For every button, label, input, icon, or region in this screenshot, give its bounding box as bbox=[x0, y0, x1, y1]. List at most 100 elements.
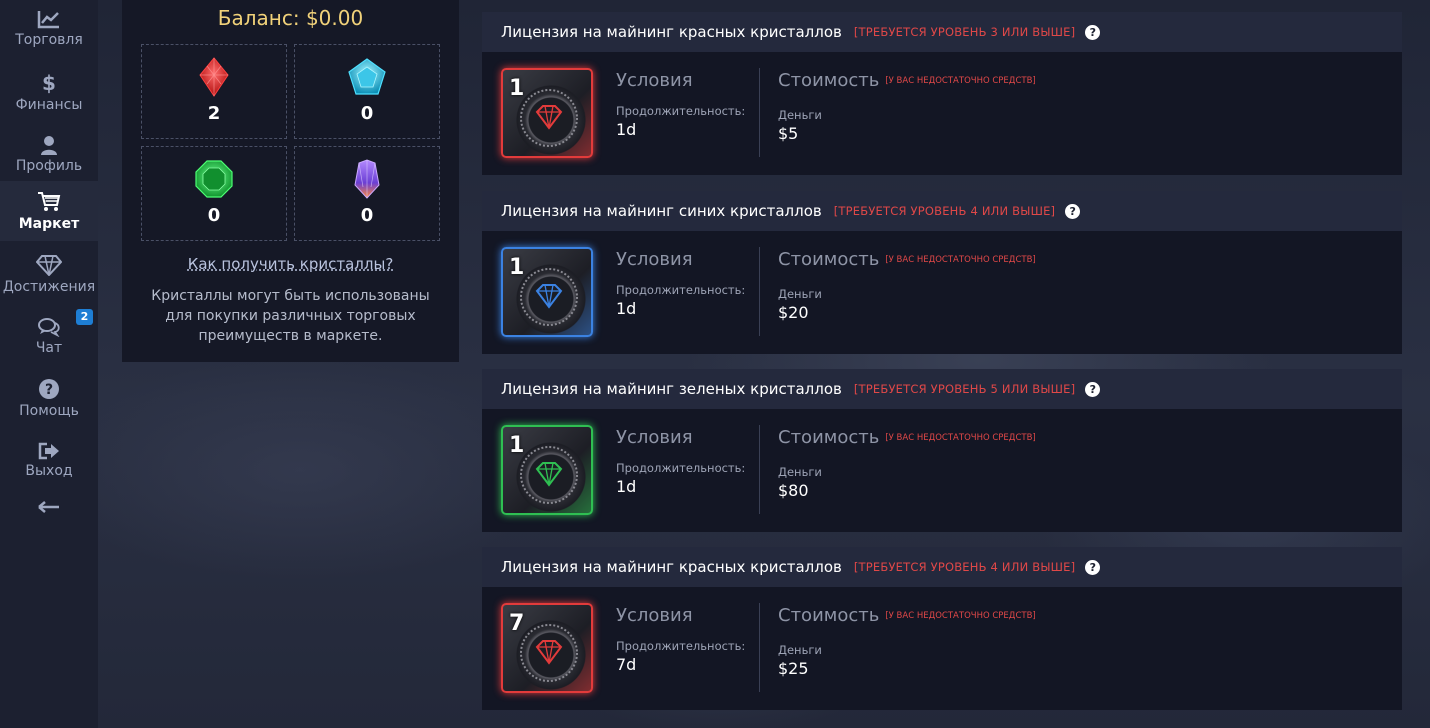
purple-crystal-icon bbox=[354, 159, 380, 199]
sidebar-item-label: Торговля bbox=[15, 31, 83, 48]
cost-title: Стоимость [У ВАС НЕДОСТАТОЧНО СРЕДСТВ] bbox=[778, 249, 1036, 270]
diamond-icon bbox=[36, 254, 62, 276]
chart-line-icon bbox=[37, 10, 59, 28]
cost-title-text: Стоимость bbox=[778, 70, 880, 91]
price-value: $5 bbox=[778, 124, 799, 143]
crystal-green-box: 0 bbox=[141, 146, 287, 241]
divider bbox=[759, 603, 760, 692]
price-value: $20 bbox=[778, 303, 809, 322]
sidebar-item-label: Профиль bbox=[15, 157, 83, 174]
duration-value: 1d bbox=[616, 299, 637, 318]
green-crystal-icon bbox=[195, 160, 233, 198]
license-image-number: 1 bbox=[509, 76, 525, 101]
license-header: Лицензия на майнинг синих кристаллов [ТР… bbox=[482, 191, 1402, 231]
license-image-number: 7 bbox=[509, 611, 525, 636]
license-image: 1 bbox=[501, 425, 593, 515]
help-icon[interactable]: ? bbox=[1085, 24, 1101, 40]
money-label: Деньги bbox=[778, 287, 822, 301]
license-requirement: [ТРЕБУЕТСЯ УРОВЕНЬ 5 ИЛИ ВЫШЕ] bbox=[853, 382, 1076, 396]
question-icon: ? bbox=[39, 378, 59, 399]
sidebar-item-label: Финансы bbox=[15, 96, 83, 113]
svg-text:?: ? bbox=[45, 382, 53, 398]
sidebar-item-profile[interactable]: Профиль bbox=[0, 124, 98, 184]
cost-title-text: Стоимость bbox=[778, 605, 880, 626]
money-label: Деньги bbox=[778, 643, 822, 657]
license-header: Лицензия на майнинг красных кристаллов [… bbox=[482, 547, 1402, 587]
divider bbox=[759, 68, 760, 157]
crystal-count: 0 bbox=[360, 205, 374, 226]
license-card[interactable]: Лицензия на майнинг синих кристаллов [ТР… bbox=[482, 191, 1402, 354]
license-title: Лицензия на майнинг красных кристаллов bbox=[501, 23, 842, 41]
license-image: 7 bbox=[501, 603, 593, 693]
license-card[interactable]: Лицензия на майнинг красных кристаллов [… bbox=[482, 12, 1402, 175]
arrow-left-icon[interactable] bbox=[38, 500, 60, 514]
red-crystal-icon bbox=[199, 57, 229, 97]
crystals-description: Кристаллы могут быть использованы для по… bbox=[151, 288, 430, 344]
duration-label: Продолжительность: bbox=[616, 283, 746, 297]
license-body: 7 Условия Продолжительность: 7d Стоимост… bbox=[482, 587, 1402, 710]
crystal-count: 0 bbox=[207, 205, 221, 226]
sidebar-item-market[interactable]: Маркет bbox=[0, 181, 98, 241]
duration-label: Продолжительность: bbox=[616, 461, 746, 475]
price-value: $80 bbox=[778, 481, 809, 500]
sidebar-item-finance[interactable]: $ Финансы bbox=[0, 62, 98, 122]
sidebar-item-label: Чат bbox=[35, 339, 63, 356]
crystal-count: 2 bbox=[207, 103, 221, 124]
crystal-purple-box: 0 bbox=[294, 146, 440, 241]
sidebar-item-achievements[interactable]: Достижения bbox=[0, 244, 98, 304]
license-requirement: [ТРЕБУЕТСЯ УРОВЕНЬ 4 ИЛИ ВЫШЕ] bbox=[853, 560, 1076, 574]
sidebar-item-trading[interactable]: Торговля bbox=[0, 0, 98, 56]
cart-icon bbox=[38, 191, 61, 211]
cost-title-text: Стоимость bbox=[778, 427, 880, 448]
help-icon[interactable]: ? bbox=[1085, 381, 1101, 397]
sidebar-item-label: Достижения bbox=[2, 278, 96, 295]
sidebar-item-label: Выход bbox=[25, 462, 73, 479]
license-image: 1 bbox=[501, 247, 593, 337]
sidebar-item-help[interactable]: ? Помощь bbox=[0, 368, 98, 428]
duration-value: 1d bbox=[616, 120, 637, 139]
cost-title: Стоимость [У ВАС НЕДОСТАТОЧНО СРЕДСТВ] bbox=[778, 70, 1036, 91]
help-icon[interactable]: ? bbox=[1065, 203, 1081, 219]
sidebar-item-label: Помощь bbox=[19, 402, 79, 419]
cost-title-text: Стоимость bbox=[778, 249, 880, 270]
duration-label: Продолжительность: bbox=[616, 104, 746, 118]
license-title: Лицензия на майнинг красных кристаллов bbox=[501, 558, 842, 576]
conditions-title: Условия bbox=[616, 427, 693, 448]
license-card[interactable]: Лицензия на майнинг красных кристаллов [… bbox=[482, 547, 1402, 710]
cost-title: Стоимость [У ВАС НЕДОСТАТОЧНО СРЕДСТВ] bbox=[778, 427, 1036, 448]
svg-text:$: $ bbox=[42, 72, 56, 94]
money-label: Деньги bbox=[778, 465, 822, 479]
license-body: 1 Условия Продолжительность: 1d Стоимост… bbox=[482, 52, 1402, 175]
dollar-icon: $ bbox=[42, 72, 56, 94]
money-label: Деньги bbox=[778, 108, 822, 122]
sidebar-item-label: Маркет bbox=[18, 215, 80, 232]
divider bbox=[759, 247, 760, 336]
license-body: 1 Условия Продолжительность: 1d Стоимост… bbox=[482, 409, 1402, 532]
crystal-panel: Баланс: $0.00 2 0 0 0 Как получить крист… bbox=[122, 0, 459, 362]
insufficient-funds-warning: [У ВАС НЕДОСТАТОЧНО СРЕДСТВ] bbox=[885, 433, 1036, 443]
cost-title: Стоимость [У ВАС НЕДОСТАТОЧНО СРЕДСТВ] bbox=[778, 605, 1036, 626]
insufficient-funds-warning: [У ВАС НЕДОСТАТОЧНО СРЕДСТВ] bbox=[885, 611, 1036, 621]
chat-icon bbox=[38, 317, 60, 337]
crystal-blue-box: 0 bbox=[294, 44, 440, 139]
chat-badge: 2 bbox=[76, 309, 93, 325]
help-icon[interactable]: ? bbox=[1085, 559, 1101, 575]
sidebar-item-logout[interactable]: Выход bbox=[0, 430, 98, 490]
divider bbox=[759, 425, 760, 514]
duration-label: Продолжительность: bbox=[616, 639, 746, 653]
license-body: 1 Условия Продолжительность: 1d Стоимост… bbox=[482, 231, 1402, 354]
license-card[interactable]: Лицензия на майнинг зеленых кристаллов [… bbox=[482, 369, 1402, 532]
user-icon bbox=[41, 135, 57, 155]
license-requirement: [ТРЕБУЕТСЯ УРОВЕНЬ 4 ИЛИ ВЫШЕ] bbox=[833, 204, 1056, 218]
crystal-count: 0 bbox=[360, 103, 374, 124]
license-title: Лицензия на майнинг зеленых кристаллов bbox=[501, 380, 842, 398]
sidebar-item-chat[interactable]: Чат 2 bbox=[0, 306, 98, 366]
license-title: Лицензия на майнинг синих кристаллов bbox=[501, 202, 822, 220]
license-header: Лицензия на майнинг красных кристаллов [… bbox=[482, 12, 1402, 52]
license-image-number: 1 bbox=[509, 255, 525, 280]
license-requirement: [ТРЕБУЕТСЯ УРОВЕНЬ 3 ИЛИ ВЫШЕ] bbox=[853, 25, 1076, 39]
how-to-get-crystals-link[interactable]: Как получить кристаллы? bbox=[122, 255, 459, 273]
conditions-title: Условия bbox=[616, 249, 693, 270]
conditions-title: Условия bbox=[616, 605, 693, 626]
conditions-title: Условия bbox=[616, 70, 693, 91]
